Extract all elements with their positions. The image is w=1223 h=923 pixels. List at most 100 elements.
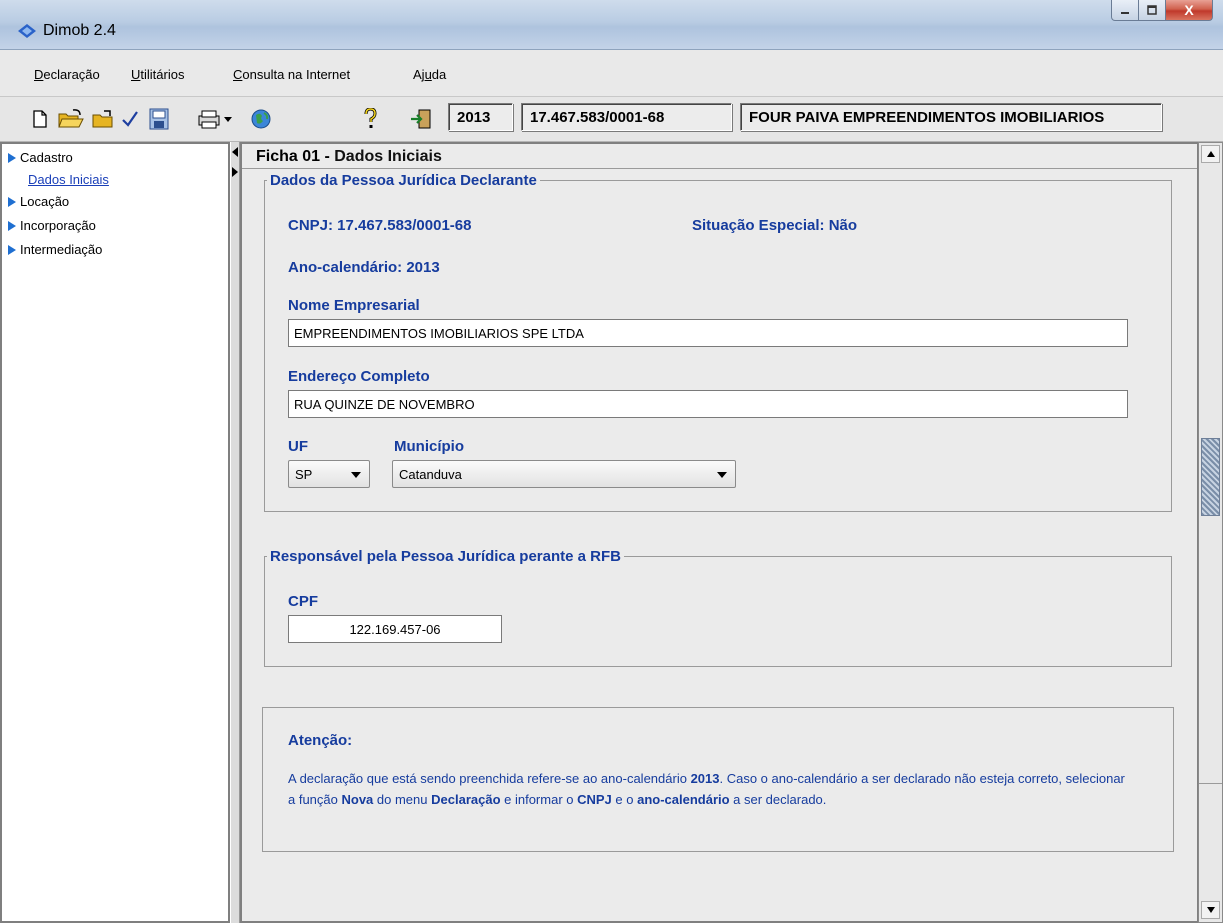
exit-icon <box>411 109 431 129</box>
tree-item-label: Intermediação <box>20 242 103 257</box>
print-button[interactable] <box>196 108 236 130</box>
validate-button[interactable] <box>118 108 142 130</box>
uf-label: UF <box>288 438 308 455</box>
nome-empresarial-input[interactable]: EMPREENDIMENTOS IMOBILIARIOS SPE LTDA <box>288 319 1128 347</box>
menu-consulta-internet[interactable]: Consulta na Internet <box>233 67 350 82</box>
municipio-select[interactable]: Catanduva <box>392 460 736 488</box>
attention-text-part: a ser declarado. <box>729 792 827 807</box>
minimize-icon <box>1121 12 1129 14</box>
uf-selected-value: SP <box>295 467 313 482</box>
chevron-down-icon <box>351 472 361 478</box>
scroll-thumb[interactable] <box>1201 438 1220 516</box>
menu-utilitarios-label: tilitários <box>140 67 185 82</box>
open-folder-icon <box>58 109 84 128</box>
menu-utilitarios[interactable]: Utilitários <box>131 67 184 82</box>
tree-item-label: Cadastro <box>20 150 73 165</box>
attention-year: 2013 <box>690 771 720 786</box>
cnpj-field: 17.467.583/0001-68 <box>521 103 732 131</box>
tree-item-cadastro[interactable]: Cadastro <box>8 150 73 165</box>
minimize-button[interactable] <box>1111 0 1139 21</box>
globe-button[interactable] <box>248 108 274 130</box>
menu-declaracao-label: eclaração <box>43 67 100 82</box>
cpf-input[interactable]: 122.169.457-06 <box>288 615 502 643</box>
maximize-icon <box>1147 5 1157 15</box>
open-button[interactable] <box>90 108 116 130</box>
expand-arrow-icon <box>8 152 16 163</box>
municipio-label: Município <box>394 438 464 455</box>
page-title: Ficha 01 - Dados Iniciais <box>256 148 442 166</box>
expand-arrow-icon <box>8 196 16 207</box>
maximize-button[interactable] <box>1139 0 1166 21</box>
chevron-down-icon <box>717 472 727 478</box>
scroll-down-icon <box>1206 907 1215 913</box>
tree-item-dados-iniciais[interactable]: Dados Iniciais <box>28 172 109 187</box>
menu-ajuda-mnemonic: u <box>424 67 432 82</box>
close-button[interactable]: X <box>1166 0 1213 21</box>
tree-item-intermediacao[interactable]: Intermediação <box>8 242 102 257</box>
responsavel-group: Responsável pela Pessoa Jurídica perante… <box>264 548 1172 667</box>
declarante-legend: Dados da Pessoa Jurídica Declarante <box>270 172 537 189</box>
menu-ajuda-label-a: Aj <box>413 67 425 82</box>
attention-notice: Atenção: A declaração que está sendo pre… <box>262 707 1174 852</box>
menu-ajuda[interactable]: Ajuda <box>413 67 446 82</box>
attention-declaracao: Declaração <box>431 792 501 807</box>
expand-arrow-icon <box>8 244 16 255</box>
open-icon <box>92 110 113 128</box>
page-title-separator: - <box>320 148 335 165</box>
year-field: 2013 <box>448 103 513 131</box>
endereco-completo-input[interactable]: RUA QUINZE DE NOVEMBRO <box>288 390 1128 418</box>
new-button[interactable] <box>30 108 50 130</box>
company-field: FOUR PAIVA EMPREENDIMENTOS IMOBILIARIOS <box>740 103 1162 131</box>
expand-arrow-icon <box>8 220 16 231</box>
navigation-tree: Cadastro Dados Iniciais Locação Incorpor… <box>0 142 230 923</box>
attention-text-part: do menu <box>373 792 432 807</box>
menu-ajuda-label-b: da <box>431 67 447 82</box>
tree-item-incorporacao[interactable]: Incorporação <box>8 218 96 233</box>
title-divider <box>242 168 1197 169</box>
exit-button[interactable] <box>408 108 434 130</box>
attention-text-part: A declaração que está sendo preenchida r… <box>288 771 691 786</box>
help-button[interactable] <box>360 108 380 130</box>
attention-text-part: e o <box>611 792 638 807</box>
page-title-prefix: Ficha 01 <box>256 148 321 165</box>
dimob-app-icon <box>18 24 36 38</box>
scroll-track-mark <box>1199 783 1222 784</box>
scroll-down-button[interactable] <box>1201 901 1220 919</box>
collapse-left-arrow-icon[interactable] <box>232 147 238 157</box>
tree-item-label: Incorporação <box>20 218 96 233</box>
open-folder-button[interactable] <box>56 108 86 130</box>
panel-splitter[interactable] <box>230 142 240 923</box>
menu-declaracao[interactable]: Declaração <box>34 67 100 82</box>
save-button[interactable] <box>146 108 172 130</box>
attention-text-part: e informar o <box>500 792 578 807</box>
menu-utilitarios-mnemonic: U <box>131 67 141 82</box>
page-title-name: Dados Iniciais <box>334 148 442 165</box>
attention-cnpj: CNPJ <box>577 792 612 807</box>
attention-title: Atenção: <box>288 732 353 749</box>
expand-right-arrow-icon[interactable] <box>232 167 238 177</box>
menu-consulta-mnemonic: C <box>233 67 243 82</box>
close-icon: X <box>1184 2 1194 18</box>
save-icon <box>149 108 169 130</box>
nome-empresarial-label: Nome Empresarial <box>288 297 420 314</box>
attention-ano-calendario: ano-calendário <box>637 792 730 807</box>
tree-item-locacao[interactable]: Locação <box>8 194 69 209</box>
menu-bar: Declaração Utilitários Consulta na Inter… <box>0 50 1223 97</box>
title-bar: Dimob 2.4 X <box>0 0 1223 50</box>
ano-calendario-label: Ano-calendário: 2013 <box>288 259 440 276</box>
uf-select[interactable]: SP <box>288 460 370 488</box>
situacao-especial-label: Situação Especial: Não <box>692 217 858 234</box>
responsavel-legend: Responsável pela Pessoa Jurídica perante… <box>270 548 621 565</box>
scroll-up-button[interactable] <box>1201 145 1220 163</box>
check-icon <box>122 111 138 127</box>
content-panel: Ficha 01 - Dados Iniciais Dados da Pesso… <box>240 142 1198 923</box>
cnpj-label: CNPJ: 17.467.583/0001-68 <box>288 217 472 234</box>
endereco-completo-label: Endereço Completo <box>288 368 430 385</box>
window-controls: X <box>1111 0 1213 22</box>
new-icon <box>33 110 47 128</box>
printer-icon <box>198 110 232 129</box>
vertical-scrollbar[interactable] <box>1198 142 1223 923</box>
help-icon <box>364 108 377 128</box>
menu-declaracao-mnemonic: D <box>34 67 44 82</box>
scroll-up-icon <box>1206 151 1215 157</box>
